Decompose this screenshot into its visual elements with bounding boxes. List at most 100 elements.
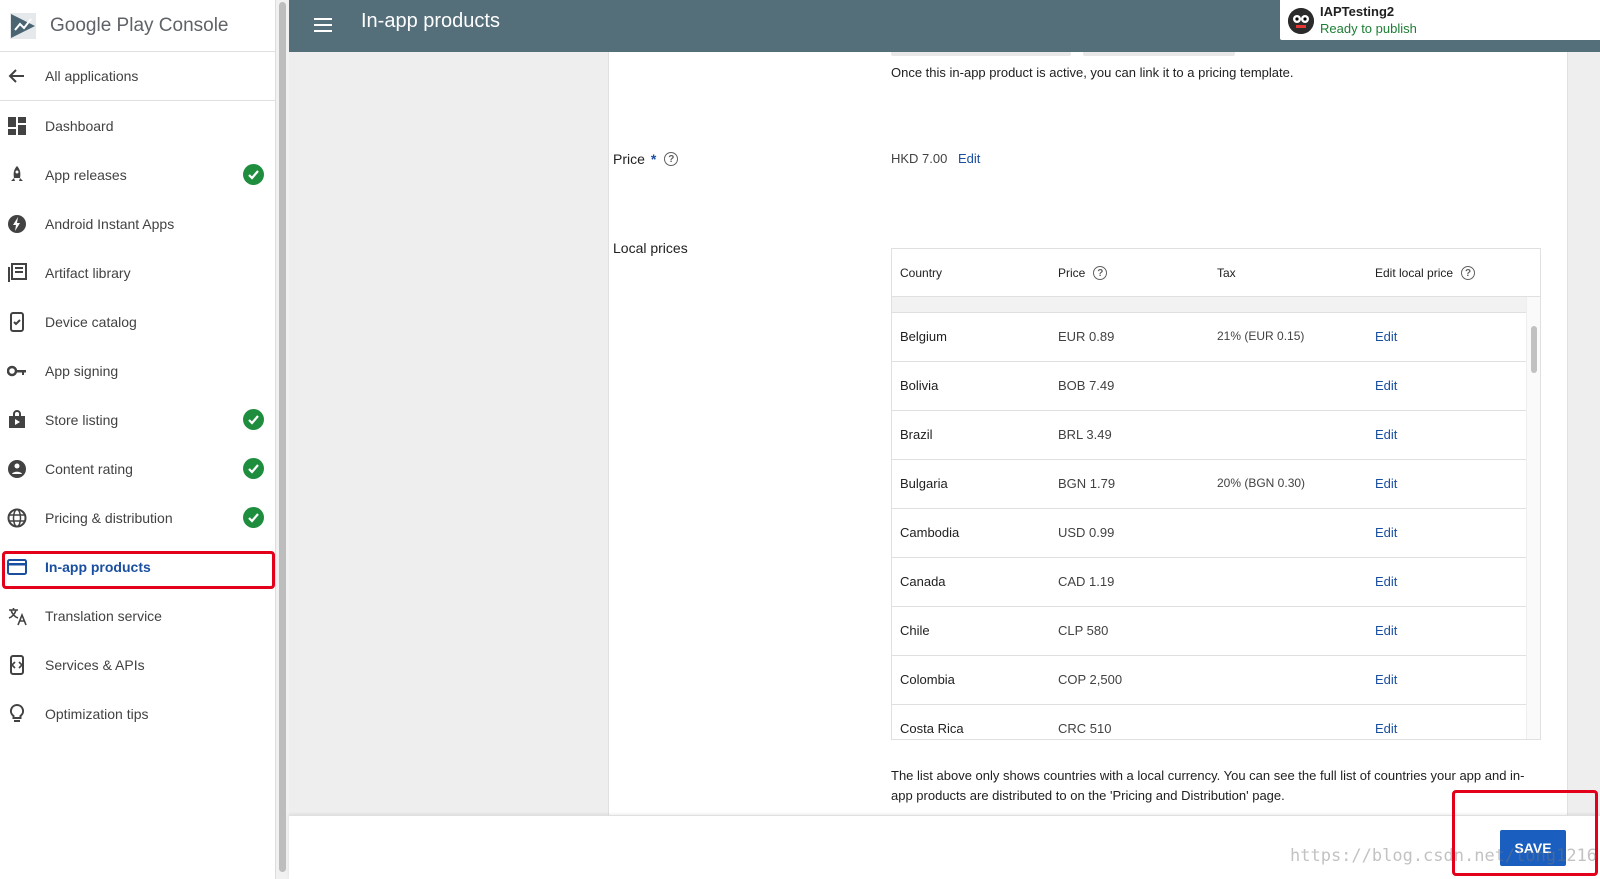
country-cell: Canada (900, 574, 946, 589)
sidebar-item-label: Store listing (45, 411, 119, 428)
sidebar-nav: Dashboard App releases Android Instant App… (0, 101, 275, 738)
edit-local-price-help-icon[interactable]: ? (1461, 266, 1476, 280)
sidebar-item-app-signing[interactable]: App signing (0, 346, 275, 395)
sidebar-item-artifact-library[interactable]: Artifact library (0, 248, 275, 297)
price-cell: USD 0.99 (1058, 525, 1115, 540)
app-name: IAPTesting2 (1320, 4, 1395, 19)
pricing-template-field[interactable] (891, 52, 1071, 56)
edit-local-price-link[interactable]: Edit (1375, 574, 1397, 589)
check-circle-icon (243, 507, 264, 528)
country-cell: Costa Rica (900, 721, 964, 736)
play-console-logo-icon (10, 12, 36, 39)
sidebar-item-label: In-app products (45, 558, 151, 575)
sidebar-item-app-releases[interactable]: App releases (0, 150, 275, 199)
menu-icon[interactable] (312, 14, 334, 36)
local-prices-table: Country Price? Tax Edit local price? Bel… (891, 248, 1541, 740)
sidebar-scroll-thumb[interactable] (279, 2, 286, 872)
table-row: Brazil BRL 3.49 Edit (892, 411, 1526, 460)
price-help-icon[interactable]: ? (664, 152, 679, 166)
table-row: Cambodia USD 0.99 Edit (892, 509, 1526, 558)
console-logo[interactable]: Google Play Console (0, 0, 275, 52)
sidebar-item-translation-service[interactable]: Translation service (0, 591, 275, 640)
table-row: Belgium EUR 0.89 21% (EUR 0.15) Edit (892, 313, 1526, 362)
dashboard-icon (7, 116, 27, 136)
edit-local-price-link[interactable]: Edit (1375, 329, 1397, 344)
tax-cell: 20% (BGN 0.30) (1217, 476, 1306, 490)
product-form-card: Once this in-app product is active, you … (608, 52, 1568, 815)
globe-icon (7, 508, 27, 528)
pricing-template-select[interactable] (1083, 52, 1235, 56)
sidebar-item-store-listing[interactable]: Store listing (0, 395, 275, 444)
sidebar-item-optimization-tips[interactable]: Optimization tips (0, 689, 275, 738)
sidebar-scrollbar[interactable] (275, 0, 289, 879)
local-prices-label: Local prices (613, 240, 688, 256)
column-header-country: Country (900, 266, 942, 280)
edit-local-price-link[interactable]: Edit (1375, 623, 1397, 638)
price-cell: BRL 3.49 (1058, 427, 1112, 442)
save-button[interactable]: SAVE (1500, 830, 1566, 866)
table-row: Bolivia BOB 7.49 Edit (892, 362, 1526, 411)
price-column-help-icon[interactable]: ? (1093, 266, 1108, 280)
bulb-icon (7, 703, 27, 724)
card-icon (7, 557, 27, 577)
main-content: Once this in-app product is active, you … (289, 52, 1600, 815)
table-scroll-thumb[interactable] (1531, 326, 1537, 373)
country-cell: Bolivia (900, 378, 939, 393)
country-cell: Colombia (900, 672, 955, 687)
api-icon (7, 654, 27, 675)
rating-icon (7, 459, 27, 479)
sidebar-item-in-app-products[interactable]: In-app products (0, 542, 275, 591)
local-currency-note: The list above only shows countries with… (891, 768, 1525, 803)
column-header-edit: Edit local price? (1375, 266, 1476, 280)
store-icon (7, 409, 27, 430)
country-cell: Chile (900, 623, 930, 638)
table-row: Bulgaria BGN 1.79 20% (BGN 0.30) Edit (892, 460, 1526, 509)
price-cell: BGN 1.79 (1058, 476, 1116, 491)
sidebar: Google Play Console All applications Das… (0, 0, 275, 879)
table-header: Country Price? Tax Edit local price? (892, 249, 1540, 297)
key-icon (7, 361, 27, 381)
sidebar-item-label: Artifact library (45, 264, 131, 281)
sidebar-item-label: Optimization tips (45, 705, 149, 722)
check-circle-icon (243, 409, 264, 430)
table-body: Belgium EUR 0.89 21% (EUR 0.15) Edit Bolivia… (892, 313, 1540, 739)
bolt-icon (7, 214, 27, 234)
country-cell: Bulgaria (900, 476, 948, 491)
tax-cell: 21% (EUR 0.15) (1217, 329, 1305, 343)
sidebar-item-android-instant-apps[interactable]: Android Instant Apps (0, 199, 275, 248)
all-applications-link[interactable]: All applications (0, 52, 275, 101)
tax-header-text: Tax (1217, 266, 1236, 280)
default-price-value: HKD 7.00 (891, 151, 948, 166)
table-scrollbar[interactable] (1526, 297, 1540, 739)
table-row: Colombia COP 2,500 Edit (892, 656, 1526, 705)
app-status: Ready to publish (1320, 21, 1417, 36)
table-row: Canada CAD 1.19 Edit (892, 558, 1526, 607)
check-circle-icon (243, 164, 264, 185)
edit-local-price-link[interactable]: Edit (1375, 378, 1397, 393)
country-cell: Belgium (900, 329, 947, 344)
sidebar-item-content-rating[interactable]: Content rating (0, 444, 275, 493)
page-title: In-app products (361, 10, 500, 32)
country-header-text: Country (900, 266, 943, 280)
sidebar-item-label: Services & APIs (45, 656, 145, 673)
sidebar-item-services-apis[interactable]: Services & APIs (0, 640, 275, 689)
edit-price-link[interactable]: Edit (958, 151, 980, 166)
all-applications-label: All applications (45, 68, 139, 84)
sidebar-item-dashboard[interactable]: Dashboard (0, 101, 275, 150)
edit-local-price-link[interactable]: Edit (1375, 721, 1397, 736)
edit-local-price-link[interactable]: Edit (1375, 427, 1397, 442)
pricing-template-note: Once this in-app product is active, you … (891, 65, 1294, 80)
table-row: Chile CLP 580 Edit (892, 607, 1526, 656)
price-cell: CAD 1.19 (1058, 574, 1115, 589)
sidebar-item-device-catalog[interactable]: Device catalog (0, 297, 275, 346)
app-selector[interactable]: IAPTesting2 Ready to publish (1280, 0, 1600, 40)
edit-local-price-link[interactable]: Edit (1375, 476, 1397, 491)
required-marker: * (650, 151, 657, 167)
table-row-partial (892, 297, 1540, 313)
sidebar-item-label: Android Instant Apps (45, 215, 175, 232)
sidebar-item-pricing-distribution[interactable]: Pricing & distribution (0, 493, 275, 542)
console-logo-text: Google Play Console (50, 14, 229, 36)
app-avatar-icon (1288, 8, 1314, 34)
edit-local-price-link[interactable]: Edit (1375, 672, 1397, 687)
edit-local-price-link[interactable]: Edit (1375, 525, 1397, 540)
